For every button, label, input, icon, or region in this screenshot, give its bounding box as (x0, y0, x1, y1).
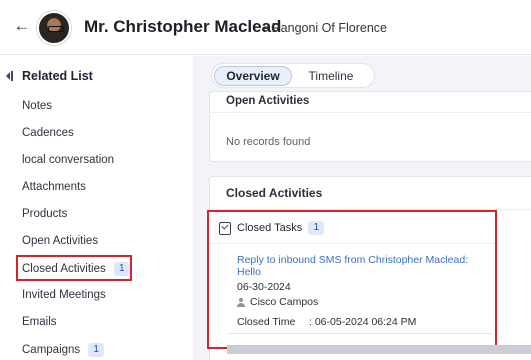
sidebar-item-local-conversation[interactable]: local conversation (22, 154, 114, 166)
task-checkbox-icon (219, 221, 231, 235)
closed-tasks-section: Closed Tasks 1 Reply to inbound SMS from… (207, 210, 497, 349)
sidebar-item-label: Campaigns (22, 344, 81, 356)
closed-activities-title: Closed Activities (226, 186, 323, 200)
company-name[interactable]: - Rangoni Of Florence (264, 21, 387, 35)
count-badge: 1 (308, 221, 325, 235)
avatar[interactable] (37, 11, 71, 45)
sidebar-item-label: Notes (22, 100, 53, 112)
horizontal-scrollbar[interactable] (227, 345, 531, 354)
task-owner-name: Cisco Campos (250, 296, 319, 308)
sidebar-item-campaigns[interactable]: Campaigns 1 (22, 343, 105, 357)
task-date: 06-30-2024 (237, 281, 291, 293)
highlight-box (16, 255, 132, 281)
sidebar-item-label: Products (22, 208, 68, 220)
open-activities-title: Open Activities (226, 95, 310, 107)
empty-state-text: No records found (226, 136, 311, 148)
divider (209, 243, 495, 244)
sidebar-item-label: Open Activities (22, 235, 99, 247)
sidebar-item-notes[interactable]: Notes (22, 100, 52, 112)
back-arrow-icon[interactable]: ← (13, 16, 31, 35)
sidebar-item-label: Emails (22, 316, 57, 328)
related-list-title: Related List (22, 69, 93, 83)
sidebar-item-label: Attachments (22, 181, 86, 193)
sidebar-item-cadences[interactable]: Cadences (22, 127, 74, 139)
contact-name: Mr. Christopher Maclead (84, 17, 282, 36)
closed-tasks-header: Closed Tasks 1 (219, 221, 325, 235)
sidebar-item-label: Invited Meetings (22, 289, 106, 301)
sidebar-item-label: Cadences (22, 127, 74, 139)
sidebar-item-invited-meetings[interactable]: Invited Meetings (22, 289, 106, 301)
collapse-icon[interactable] (6, 70, 14, 82)
user-icon (237, 297, 245, 307)
divider (210, 112, 531, 113)
open-activities-card: Open Activities No records found (209, 91, 531, 162)
tab-timeline[interactable]: Timeline (292, 66, 370, 86)
sidebar-item-open-activities[interactable]: Open Activities (22, 235, 98, 247)
sidebar-item-attachments[interactable]: Attachments (22, 181, 86, 193)
task-closed-time: Closed Time : 06-05-2024 06:24 PM (237, 316, 416, 328)
related-list-header[interactable]: Related List (6, 69, 93, 83)
tab-overview[interactable]: Overview (214, 65, 292, 86)
sidebar-item-emails[interactable]: Emails (22, 316, 57, 328)
count-badge: 1 (88, 343, 105, 357)
task-owner: Cisco Campos (237, 296, 318, 308)
sidebar-item-label: local conversation (22, 154, 115, 166)
task-subject-link[interactable]: Reply to inbound SMS from Christopher Ma… (237, 254, 487, 278)
record-header: ← Mr. Christopher Maclead - Rangoni Of F… (0, 0, 531, 55)
closed-time-value: : 06-05-2024 06:24 PM (309, 316, 417, 328)
closed-tasks-label: Closed Tasks (237, 222, 303, 234)
divider (227, 333, 492, 334)
view-tabs: Overview Timeline (211, 63, 375, 88)
sidebar-item-products[interactable]: Products (22, 208, 67, 220)
related-list-sidebar: Related List Notes Cadences local conver… (0, 56, 193, 360)
closed-time-label: Closed Time (237, 316, 296, 328)
